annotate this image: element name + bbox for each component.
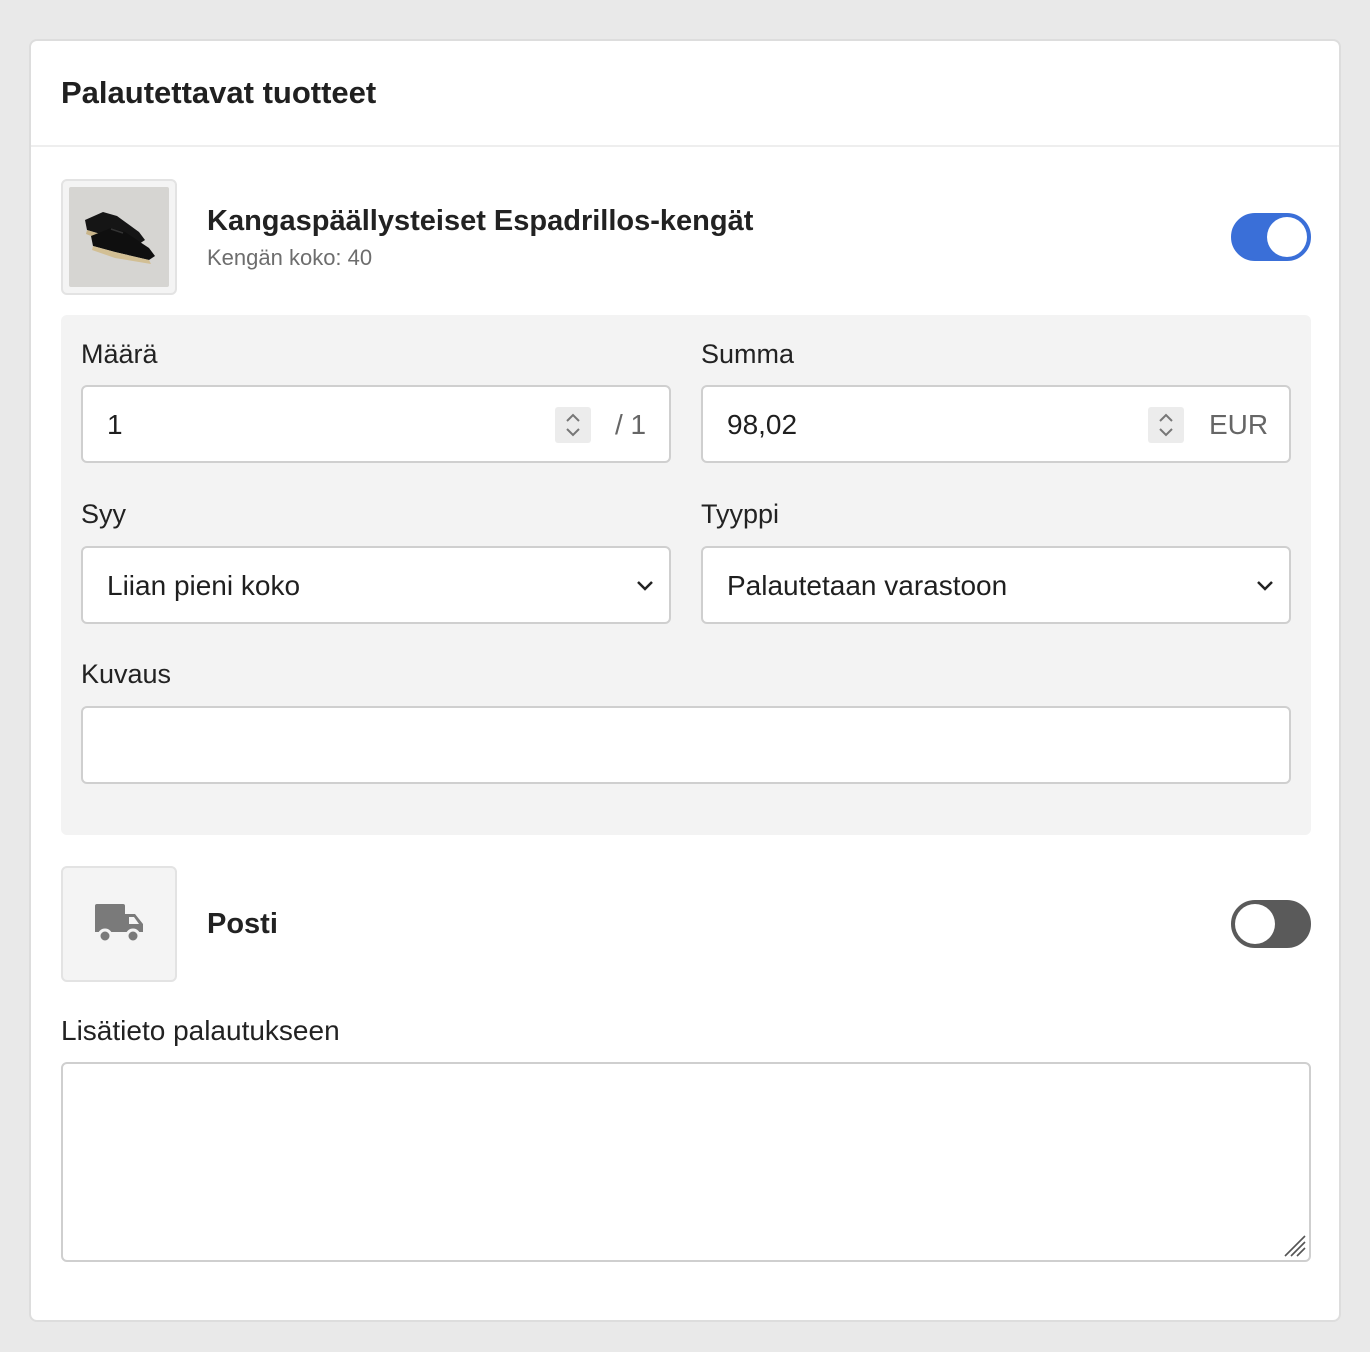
quantity-max: / 1 — [615, 409, 647, 440]
product-variant: Kengän koko: 40 — [207, 245, 373, 270]
stepper-arrows-icon — [1159, 413, 1173, 437]
reason-value: Liian pieni koko — [107, 570, 301, 601]
currency-label: EUR — [1209, 409, 1269, 440]
chevron-down-icon — [637, 581, 653, 591]
amount-value: 98,02 — [727, 409, 798, 440]
quantity-stepper[interactable] — [555, 407, 591, 443]
quantity-input[interactable]: 1 / 1 — [81, 385, 671, 463]
reason-label: Syy — [81, 499, 127, 529]
quantity-label: Määrä — [81, 339, 158, 369]
product-name: Kangaspäällysteiset Espadrillos-kengät — [207, 205, 754, 237]
type-value: Palautetaan varastoon — [727, 570, 1008, 601]
amount-label: Summa — [701, 339, 795, 369]
truck-icon — [95, 904, 143, 944]
shipping-label: Posti — [207, 908, 278, 940]
resize-grip-icon[interactable] — [1281, 1232, 1307, 1258]
notes-label: Lisätieto palautukseen — [61, 1015, 340, 1046]
shipping-icon-box — [61, 866, 177, 982]
quantity-value: 1 — [107, 409, 123, 440]
description-label: Kuvaus — [81, 659, 172, 689]
shipping-toggle[interactable] — [1231, 900, 1311, 948]
toggle-knob — [1267, 217, 1307, 257]
type-label: Tyyppi — [701, 499, 780, 529]
chevron-down-icon — [1257, 581, 1273, 591]
return-products-card: Palautettavat tuotteet Kangaspäällysteis… — [29, 39, 1341, 1322]
product-thumbnail — [61, 179, 177, 295]
stepper-arrows-icon — [566, 413, 580, 437]
reason-select[interactable]: Liian pieni koko — [81, 546, 671, 624]
toggle-knob — [1235, 904, 1275, 944]
description-input[interactable] — [81, 706, 1291, 784]
card-title: Palautettavat tuotteet — [61, 75, 377, 110]
product-select-toggle[interactable] — [1231, 213, 1311, 261]
shipping-row: Posti — [61, 866, 1311, 982]
espadrille-shoes-image — [69, 187, 169, 287]
product-row: Kangaspäällysteiset Espadrillos-kengät K… — [61, 179, 1311, 295]
amount-input[interactable]: 98,02 EUR — [701, 385, 1291, 463]
type-select[interactable]: Palautetaan varastoon — [701, 546, 1291, 624]
notes-textarea[interactable] — [61, 1062, 1311, 1262]
card-header: Palautettavat tuotteet — [31, 41, 1339, 147]
amount-stepper[interactable] — [1148, 407, 1184, 443]
return-details-panel: Määrä 1 / 1 Summa 98,02 EUR Syy Liian pi… — [61, 315, 1311, 835]
